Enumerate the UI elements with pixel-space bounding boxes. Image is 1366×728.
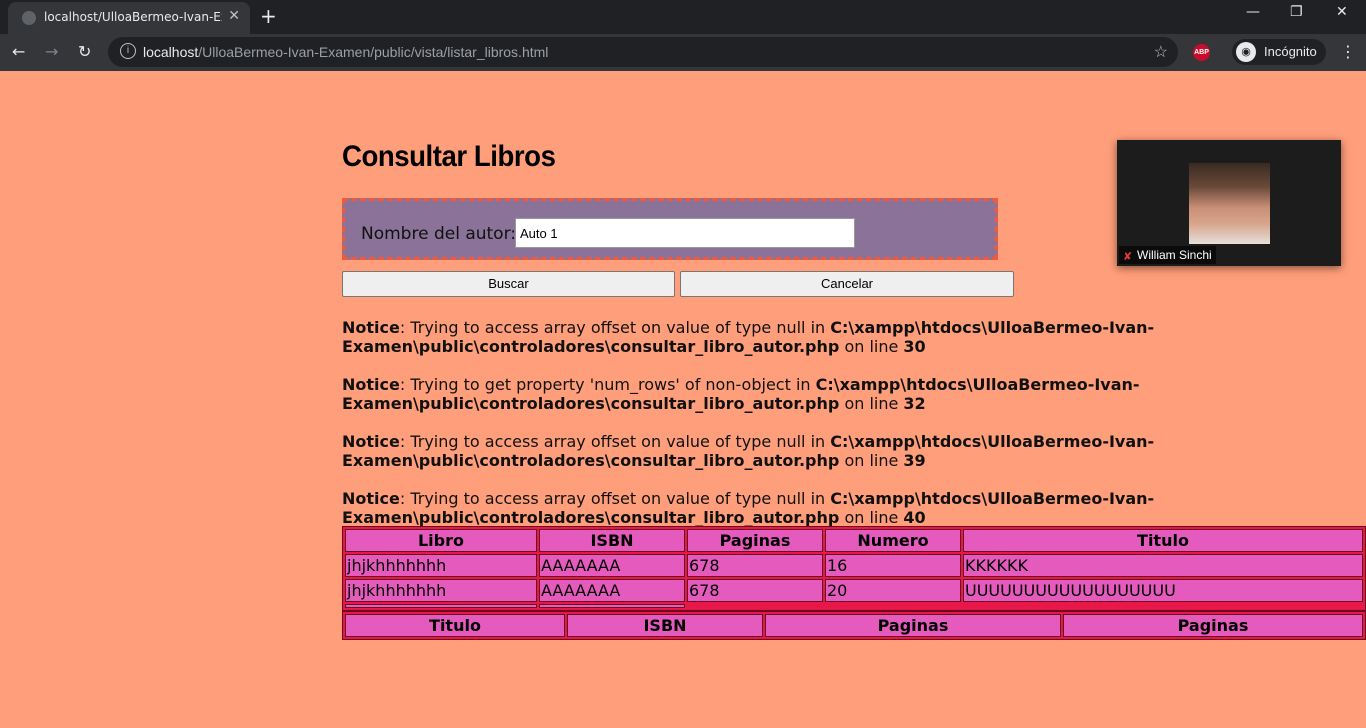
empty-cell <box>539 604 685 608</box>
header-titulo: Titulo <box>963 529 1363 552</box>
bookmark-star-icon[interactable]: ☆ <box>1154 42 1168 62</box>
cell-isbn: AAAAAAA <box>539 579 685 602</box>
php-notice: Notice: Trying to access array offset on… <box>342 432 1202 470</box>
table-row-empty <box>345 604 1363 608</box>
incognito-label: Incógnito <box>1264 44 1317 59</box>
notice-line-text: on line <box>839 451 904 470</box>
incognito-icon: ◉ <box>1236 42 1256 62</box>
table-row: jhjkhhhhhhh AAAAAAA 678 16 KKKKKK <box>345 554 1363 577</box>
globe-icon <box>22 11 36 25</box>
php-notice: Notice: Trying to access array offset on… <box>342 489 1202 527</box>
notice-label: Notice <box>342 432 400 451</box>
header-isbn: ISBN <box>539 529 685 552</box>
restore-icon[interactable]: ❐ <box>1290 4 1303 20</box>
notice-line-number: 40 <box>903 508 926 527</box>
reload-icon[interactable]: ↻ <box>78 42 91 61</box>
info-icon[interactable]: i <box>120 43 136 59</box>
incognito-badge[interactable]: ◉ Incógnito <box>1232 39 1326 65</box>
second-table: Titulo ISBN Paginas Paginas <box>342 611 1366 640</box>
notice-line-text: on line <box>839 394 904 413</box>
minimize-icon[interactable]: — <box>1246 4 1260 20</box>
address-bar[interactable]: i localhost/UlloaBermeo-Ivan-Examen/publ… <box>108 37 1178 67</box>
header-titulo: Titulo <box>345 614 565 637</box>
notice-line-number: 39 <box>903 451 926 470</box>
notice-label: Notice <box>342 318 400 337</box>
notice-line-text: on line <box>839 508 904 527</box>
url-host: localhost <box>143 44 199 60</box>
forward-icon[interactable]: → <box>45 42 58 61</box>
header-paginas: Paginas <box>765 614 1061 637</box>
notice-message: : Trying to access array offset on value… <box>399 489 831 508</box>
notice-label: Notice <box>342 489 400 508</box>
participant-name: William Sinchi <box>1137 248 1212 262</box>
php-notice: Notice: Trying to get property 'num_rows… <box>342 375 1202 413</box>
notice-line-number: 32 <box>903 394 926 413</box>
browser-tab-bar: localhost/UlloaBermeo-Ivan-Exar ✕ + — ❐ … <box>0 0 1366 34</box>
menu-icon[interactable]: ⋮ <box>1340 42 1356 61</box>
notice-label: Notice <box>342 375 400 394</box>
cell-libro: jhjkhhhhhhh <box>345 554 537 577</box>
header-paginas: Paginas <box>687 529 823 552</box>
url-path: /UlloaBermeo-Ivan-Examen/public/vista/li… <box>198 44 549 60</box>
header-numero: Numero <box>825 529 961 552</box>
table-header-row: Titulo ISBN Paginas Paginas <box>345 614 1363 637</box>
tab-title: localhost/UlloaBermeo-Ivan-Exar <box>44 10 222 24</box>
participant-name-tag: ✘ William Sinchi <box>1119 246 1216 264</box>
video-call-tile[interactable]: ✘ William Sinchi <box>1117 140 1341 266</box>
participant-video <box>1189 163 1270 244</box>
back-icon[interactable]: ← <box>12 42 25 61</box>
cell-isbn: AAAAAAA <box>539 554 685 577</box>
author-label: Nombre del autor: <box>361 224 517 244</box>
notice-message: : Trying to get property 'num_rows' of n… <box>399 375 816 394</box>
notice-message: : Trying to access array offset on value… <box>399 318 831 337</box>
search-button[interactable]: Buscar <box>342 271 675 297</box>
header-libro: Libro <box>345 529 537 552</box>
notice-line-number: 30 <box>903 337 926 356</box>
close-window-icon[interactable]: ✕ <box>1336 4 1348 20</box>
cell-titulo: UUUUUUUUUUUUUUUUUU <box>963 579 1363 602</box>
browser-tab[interactable]: localhost/UlloaBermeo-Ivan-Exar ✕ <box>8 2 250 34</box>
cell-libro: jhjkhhhhhhh <box>345 579 537 602</box>
cell-paginas: 678 <box>687 554 823 577</box>
browser-toolbar: ← → ↻ i localhost/UlloaBermeo-Ivan-Exame… <box>0 34 1366 71</box>
cell-numero: 16 <box>825 554 961 577</box>
new-tab-icon[interactable]: + <box>260 4 277 28</box>
muted-mic-icon: ✘ <box>1123 251 1133 263</box>
search-form: Nombre del autor: <box>342 198 998 260</box>
notice-line-text: on line <box>839 337 904 356</box>
close-tab-icon[interactable]: ✕ <box>228 8 240 24</box>
cell-titulo: KKKKKK <box>963 554 1363 577</box>
books-table: Libro ISBN Paginas Numero Titulo jhjkhhh… <box>342 526 1366 611</box>
header-paginas: Paginas <box>1063 614 1363 637</box>
page-title: Consultar Libros <box>342 140 556 173</box>
cancel-button[interactable]: Cancelar <box>680 271 1014 297</box>
url-text[interactable]: localhost/UlloaBermeo-Ivan-Examen/public… <box>143 44 548 60</box>
cell-paginas: 678 <box>687 579 823 602</box>
header-isbn: ISBN <box>567 614 763 637</box>
adblock-icon[interactable]: ABP <box>1193 44 1210 61</box>
table-row: jhjkhhhhhhh AAAAAAA 678 20 UUUUUUUUUUUUU… <box>345 579 1363 602</box>
cell-numero: 20 <box>825 579 961 602</box>
php-notice: Notice: Trying to access array offset on… <box>342 318 1202 356</box>
notice-message: : Trying to access array offset on value… <box>399 432 831 451</box>
author-input[interactable] <box>515 218 855 248</box>
empty-cell <box>345 604 537 608</box>
table-header-row: Libro ISBN Paginas Numero Titulo <box>345 529 1363 552</box>
